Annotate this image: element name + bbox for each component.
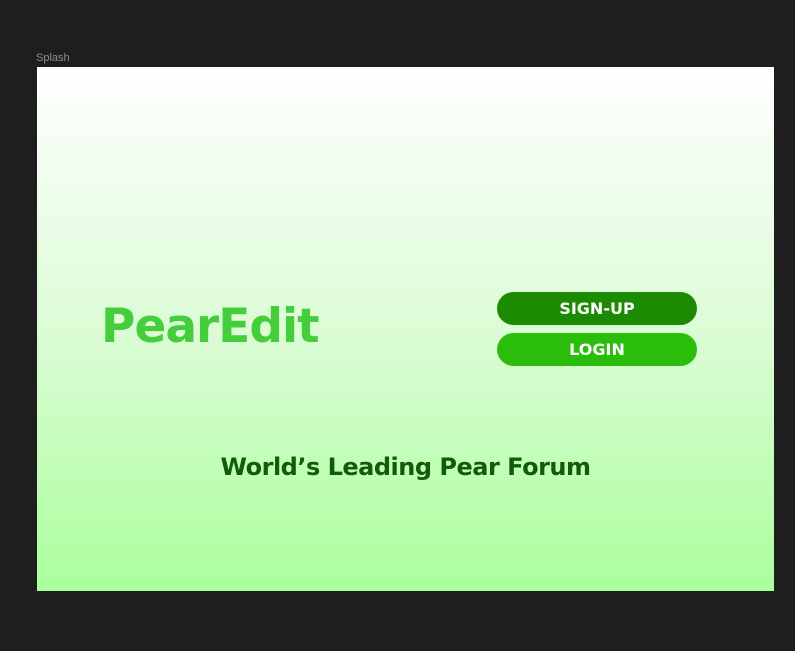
design-canvas: Splash PearEdit SIGN-UP LOGIN World’s Le… — [0, 0, 795, 651]
tagline: World’s Leading Pear Forum — [220, 453, 592, 481]
app-logo: PearEdit — [101, 299, 320, 354]
signup-button[interactable]: SIGN-UP — [497, 292, 697, 325]
frame-label[interactable]: Splash — [36, 51, 70, 65]
login-button[interactable]: LOGIN — [497, 333, 697, 366]
splash-frame: PearEdit SIGN-UP LOGIN World’s Leading P… — [37, 67, 774, 591]
